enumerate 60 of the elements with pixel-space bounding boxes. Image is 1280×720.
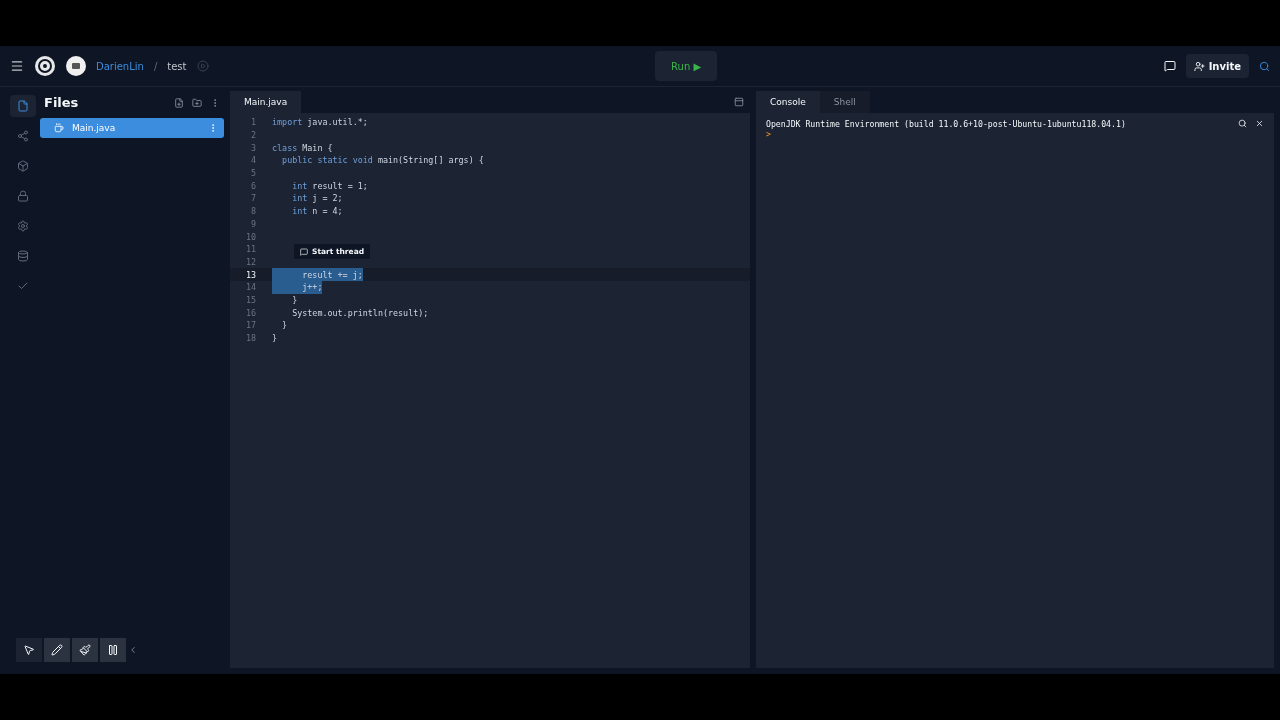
- search-icon[interactable]: [1259, 60, 1270, 72]
- menu-icon[interactable]: [10, 59, 24, 73]
- code-line: System.out.println(result);: [291, 307, 429, 318]
- line-number: 16: [244, 306, 257, 319]
- line-number: 17: [244, 319, 257, 332]
- close-icon[interactable]: [1255, 119, 1264, 128]
- line-number: 14: [244, 281, 257, 294]
- avatar-icon[interactable]: [66, 56, 86, 76]
- add-user-icon: [1193, 60, 1205, 72]
- collapse-icon[interactable]: [128, 645, 138, 655]
- panel-icon[interactable]: [734, 97, 744, 107]
- line-number: 2: [249, 129, 257, 142]
- code-line: j++;: [301, 282, 323, 293]
- line-number: 7: [249, 192, 257, 205]
- files-title: Files: [44, 95, 79, 110]
- pause-icon[interactable]: [100, 638, 126, 662]
- repl-name[interactable]: test: [167, 60, 187, 72]
- line-number: 11: [244, 243, 257, 256]
- console-prompt: >: [766, 129, 771, 139]
- pointer-icon[interactable]: [16, 638, 42, 662]
- brush-icon[interactable]: [72, 638, 98, 662]
- code-line: }: [272, 333, 278, 344]
- invite-button[interactable]: Invite: [1185, 54, 1249, 78]
- line-number: 4: [249, 154, 257, 167]
- new-folder-icon[interactable]: [192, 97, 202, 108]
- cup-icon: [54, 123, 64, 133]
- line-number: 6: [249, 179, 257, 193]
- user-link[interactable]: DarienLin: [96, 60, 144, 72]
- line-number: 3: [249, 141, 257, 155]
- console-output: OpenJDK Runtime Environment (build 11.0.6+10-post-Ubuntu-1ubuntu118.04.1): [766, 119, 1126, 129]
- chat-icon[interactable]: [1163, 60, 1176, 72]
- code-line: import java.util.*;: [272, 117, 368, 128]
- line-number: 10: [244, 230, 257, 243]
- code-line: }: [291, 294, 298, 305]
- line-number: 18: [244, 332, 257, 345]
- run-button[interactable]: Run ▶: [655, 51, 718, 81]
- line-number: 5: [249, 167, 257, 180]
- line-number: 13: [244, 268, 257, 281]
- code-line: public static void main(String[] args) {: [281, 155, 484, 166]
- search-icon[interactable]: [1238, 119, 1247, 128]
- console-tab[interactable]: Shell: [819, 91, 870, 113]
- code-line: result += j;: [301, 269, 363, 280]
- console-tab[interactable]: Console: [756, 91, 820, 113]
- code-line: int result = 1;: [291, 180, 368, 191]
- line-number: 1: [249, 116, 257, 129]
- code-line: class Main {: [272, 142, 333, 153]
- comment-icon: [300, 247, 308, 256]
- line-number: 8: [249, 205, 257, 218]
- file-icon[interactable]: [10, 95, 36, 117]
- line-number: 15: [244, 293, 257, 307]
- editor-tab[interactable]: Main.java: [230, 91, 302, 113]
- logo-icon[interactable]: [34, 55, 56, 77]
- new-file-icon[interactable]: [174, 97, 184, 108]
- code-line: int n = 4;: [291, 206, 343, 217]
- code-line: int j = 2;: [291, 193, 343, 204]
- code-line: }: [281, 320, 288, 331]
- breadcrumb-separator: /: [153, 60, 158, 72]
- line-number: 9: [249, 217, 257, 231]
- line-number: 12: [244, 255, 257, 269]
- pencil-icon[interactable]: [44, 638, 70, 662]
